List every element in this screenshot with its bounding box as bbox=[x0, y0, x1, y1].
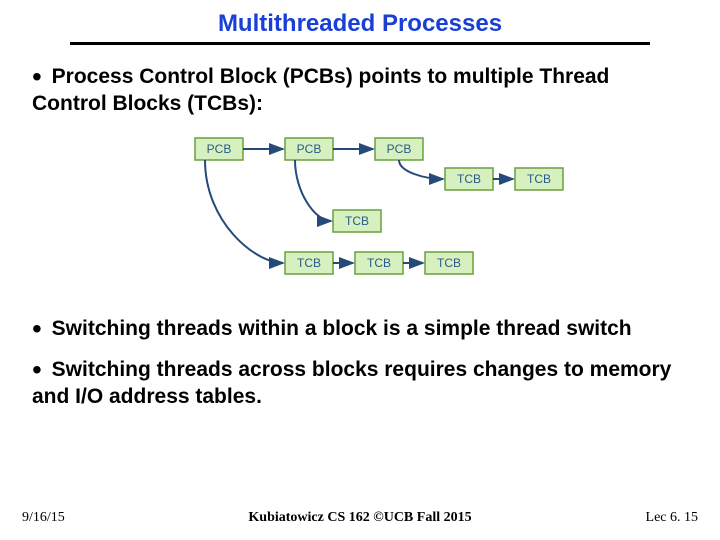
slide-footer: 9/16/15 Kubiatowicz CS 162 ©UCB Fall 201… bbox=[0, 510, 720, 526]
bullet-1: • Process Control Block (PCBs) points to… bbox=[32, 63, 688, 118]
bullet-dot-icon: • bbox=[32, 354, 42, 385]
tcb-r3-3: TCB bbox=[437, 256, 461, 270]
bullet-dot-icon: • bbox=[32, 313, 42, 344]
bullet-1-text: Process Control Block (PCBs) points to m… bbox=[32, 65, 609, 115]
pcb-tcb-diagram: PCB PCB PCB TCB TCB TCB TCB TCB T bbox=[145, 132, 575, 297]
footer-lecture-num: Lec 6. 15 bbox=[646, 510, 698, 526]
diagram-svg: PCB PCB PCB TCB TCB TCB TCB TCB T bbox=[145, 132, 575, 292]
pcb-label-3: PCB bbox=[387, 142, 412, 156]
bullet-3-text: Switching threads across blocks requires… bbox=[32, 358, 671, 408]
tcb-r1-2: TCB bbox=[527, 172, 551, 186]
slide-title: Multithreaded Processes bbox=[0, 0, 720, 38]
tcb-r2-1: TCB bbox=[345, 214, 369, 228]
footer-date: 9/16/15 bbox=[22, 510, 65, 526]
footer-course: Kubiatowicz CS 162 ©UCB Fall 2015 bbox=[0, 510, 720, 526]
bullet-3: • Switching threads across blocks requir… bbox=[32, 356, 688, 411]
tcb-r1-1: TCB bbox=[457, 172, 481, 186]
bullet-2: • Switching threads within a block is a … bbox=[32, 315, 688, 342]
bullet-dot-icon: • bbox=[32, 61, 42, 92]
content-area: • Process Control Block (PCBs) points to… bbox=[0, 45, 720, 410]
pcb-label-2: PCB bbox=[297, 142, 322, 156]
tcb-r3-2: TCB bbox=[367, 256, 391, 270]
tcb-r3-1: TCB bbox=[297, 256, 321, 270]
pcb-label-1: PCB bbox=[207, 142, 232, 156]
bullet-2-text: Switching threads within a block is a si… bbox=[52, 317, 632, 340]
